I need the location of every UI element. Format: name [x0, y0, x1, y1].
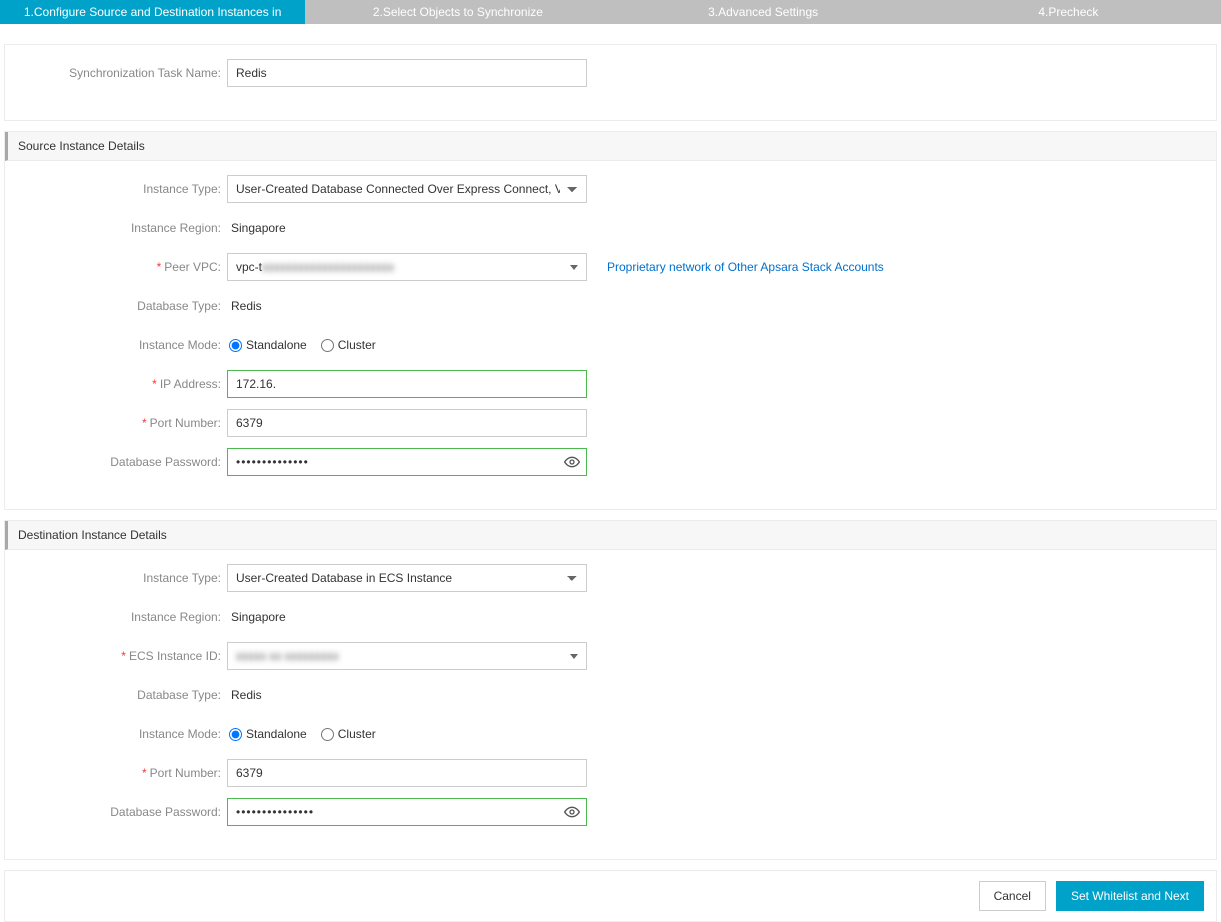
src-instance-type-label: Instance Type:: [15, 182, 227, 196]
src-peer-vpc-select[interactable]: vpc-txxxxxxxxxxxxxxxxxxxxxx: [227, 253, 587, 281]
eye-icon[interactable]: [564, 804, 580, 820]
dest-ecs-instance-obscured: xxxxx xx xxxxxxxxx: [236, 649, 339, 663]
src-mode-standalone-radio[interactable]: Standalone: [229, 338, 307, 352]
step-4-label: 4.Precheck: [1038, 5, 1098, 19]
dest-password-label: Database Password:: [15, 805, 227, 819]
src-password-input[interactable]: [236, 449, 564, 475]
dest-instance-type-label: Instance Type:: [15, 571, 227, 585]
dest-mode-cluster-text: Cluster: [338, 727, 376, 741]
wizard-steps: 1.Configure Source and Destination Insta…: [0, 0, 1221, 24]
src-peer-vpc-label: Peer VPC:: [164, 260, 221, 274]
src-port-input[interactable]: [227, 409, 587, 437]
src-db-type-label: Database Type:: [15, 299, 227, 313]
required-star-icon: *: [121, 649, 126, 663]
step-1[interactable]: 1.Configure Source and Destination Insta…: [0, 0, 305, 24]
dest-region-value: Singapore: [227, 610, 286, 624]
step-4[interactable]: 4.Precheck: [916, 0, 1221, 24]
step-2[interactable]: 2.Select Objects to Synchronize: [305, 0, 610, 24]
step-3[interactable]: 3.Advanced Settings: [611, 0, 916, 24]
task-name-panel: Synchronization Task Name:: [4, 44, 1217, 121]
src-instance-mode-label: Instance Mode:: [15, 338, 227, 352]
src-port-label: Port Number:: [150, 416, 221, 430]
dest-section-title: Destination Instance Details: [5, 521, 1216, 550]
src-peer-vpc-value: vpc-t: [236, 260, 262, 274]
dest-mode-standalone-radio[interactable]: Standalone: [229, 727, 307, 741]
dest-instance-type-select[interactable]: User-Created Database in ECS Instance: [227, 564, 587, 592]
footer-actions: Cancel Set Whitelist and Next: [4, 870, 1217, 922]
dest-mode-standalone-text: Standalone: [246, 727, 307, 741]
src-region-label: Instance Region:: [15, 221, 227, 235]
dest-db-type-value: Redis: [227, 688, 262, 702]
src-region-value: Singapore: [227, 221, 286, 235]
dest-mode-standalone-input[interactable]: [229, 728, 242, 741]
src-peer-vpc-obscured: xxxxxxxxxxxxxxxxxxxxxx: [262, 260, 394, 274]
task-name-label: Synchronization Task Name:: [15, 66, 227, 80]
src-db-type-value: Redis: [227, 299, 262, 313]
step-1-label: 1.Configure Source and Destination Insta…: [24, 5, 282, 19]
eye-icon[interactable]: [564, 454, 580, 470]
step-3-label: 3.Advanced Settings: [708, 5, 818, 19]
dest-instance-mode-label: Instance Mode:: [15, 727, 227, 741]
required-star-icon: *: [152, 377, 157, 391]
dest-ecs-label: ECS Instance ID:: [129, 649, 221, 663]
src-mode-cluster-input[interactable]: [321, 339, 334, 352]
dest-db-type-label: Database Type:: [15, 688, 227, 702]
step-2-label: 2.Select Objects to Synchronize: [373, 5, 543, 19]
chevron-down-icon: [570, 265, 578, 270]
dest-mode-cluster-radio[interactable]: Cluster: [321, 727, 376, 741]
source-section-title: Source Instance Details: [5, 132, 1216, 161]
required-star-icon: *: [157, 260, 162, 274]
dest-password-input[interactable]: [236, 799, 564, 825]
source-instance-panel: Source Instance Details Instance Type: U…: [4, 131, 1217, 510]
cancel-button[interactable]: Cancel: [979, 881, 1046, 911]
src-mode-cluster-text: Cluster: [338, 338, 376, 352]
destination-instance-panel: Destination Instance Details Instance Ty…: [4, 520, 1217, 860]
src-instance-type-select[interactable]: User-Created Database Connected Over Exp…: [227, 175, 587, 203]
src-mode-standalone-text: Standalone: [246, 338, 307, 352]
dest-ecs-instance-select[interactable]: xxxxx xx xxxxxxxxx: [227, 642, 587, 670]
required-star-icon: *: [142, 416, 147, 430]
src-ip-label: IP Address:: [160, 377, 221, 391]
src-mode-cluster-radio[interactable]: Cluster: [321, 338, 376, 352]
dest-mode-cluster-input[interactable]: [321, 728, 334, 741]
vpc-apsara-link[interactable]: Proprietary network of Other Apsara Stac…: [607, 260, 884, 274]
set-whitelist-next-button[interactable]: Set Whitelist and Next: [1056, 881, 1204, 911]
dest-port-label: Port Number:: [150, 766, 221, 780]
dest-region-label: Instance Region:: [15, 610, 227, 624]
src-ip-input[interactable]: [227, 370, 587, 398]
dest-port-input[interactable]: [227, 759, 587, 787]
task-name-input[interactable]: [227, 59, 587, 87]
src-mode-standalone-input[interactable]: [229, 339, 242, 352]
src-password-label: Database Password:: [15, 455, 227, 469]
required-star-icon: *: [142, 766, 147, 780]
chevron-down-icon: [570, 654, 578, 659]
